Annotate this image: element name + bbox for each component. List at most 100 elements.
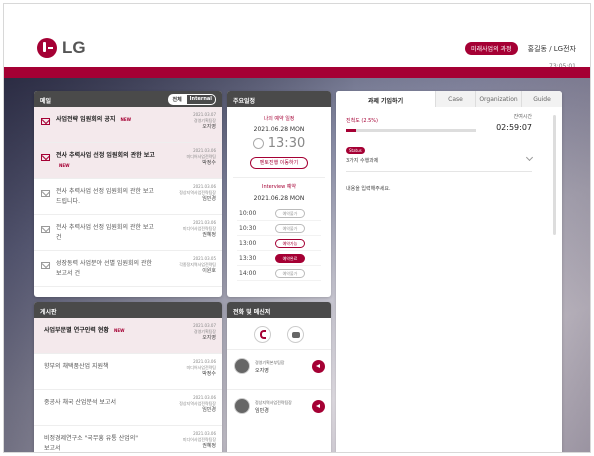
divider <box>346 171 532 172</box>
envelope-icon <box>41 118 50 125</box>
board-item-title: 비정경제연구소 "국무흥 유통 산업의" 보고서 <box>44 434 144 452</box>
envelope-icon <box>41 226 50 233</box>
mail-panel-title: 메일 <box>40 98 52 105</box>
mail-item[interactable]: 전사 추력사업 선정 임원회의 관한 보고 건 2021.03.06 미디어사업… <box>34 215 222 251</box>
tab-organization[interactable]: Organization <box>476 91 522 107</box>
schedule-date: 2021.06.28 MON <box>253 126 305 133</box>
board-item-title-text: 중공사 채국 산업분석 보고서 <box>44 399 116 406</box>
board-panel-header: 게시판 <box>34 302 222 318</box>
mail-item-meta: 2021.03.06 미디어사업전략팀 박정수 <box>187 148 216 166</box>
board-item-meta: 2021.03.06 정상지역사업전략팀장 임민경 <box>179 395 216 413</box>
phone-call-button[interactable] <box>254 326 271 343</box>
mail-item-title: 전사 추력사업 선정 임원회의 관한 보고 드립니다. <box>56 187 156 207</box>
board-item-sender: 임민경 <box>202 407 216 413</box>
tab-case[interactable]: Case <box>436 91 476 107</box>
schedule-panel: 주요일정 나의 예약 일정 2021.06.28 MON 13:30 멘토진행 … <box>227 91 331 297</box>
filter-internal[interactable]: Internal <box>185 94 216 105</box>
slot-status-button[interactable]: 예약완료 <box>275 254 305 263</box>
schedule-panel-title: 주요일정 <box>233 98 256 105</box>
mail-filter-toggle[interactable]: 전체 Internal <box>168 94 216 105</box>
board-item[interactable]: 중공사 채국 산업분석 보고서 2021.03.06 정상지역사업전략팀장 임민… <box>34 390 222 426</box>
avatar <box>234 398 250 414</box>
mail-item-title: 전사 추력사업 선정 임원회의 관한 보고 NEW <box>56 151 156 171</box>
board-item-meta: 2021.03.07 경영기획팀장 오지영 <box>193 323 216 341</box>
call-panel: 전화 및 메신저 경영기획본부팀장 오지영 정상지역사업전략팀장 임민경 <box>227 302 331 452</box>
slot-status-button[interactable]: 예약불가 <box>275 269 305 278</box>
slot-status-button[interactable]: 예약불가 <box>275 224 305 233</box>
slot-time: 14:00 <box>239 270 257 277</box>
content-textarea[interactable]: 내용을 입력해주세요. <box>346 185 391 192</box>
board-list: 사업부문별 연구인력 현황 NEW 2021.03.07 경영기획팀장 오지영 … <box>34 318 222 452</box>
call-panel-title: 전화 및 메신저 <box>233 309 271 316</box>
schedule-time: 13:30 <box>227 136 331 151</box>
mail-item-sender: 이원호 <box>202 268 216 274</box>
time-slot: 13:00 예약가능 <box>237 236 321 251</box>
board-item[interactable]: 향부의 채택품산업 지원책 2021.03.06 미디어사업전략팀 박정수 <box>34 354 222 390</box>
mail-item[interactable]: 사업전략 임원회의 공지 NEW 2021.03.07 경영기획팀장 오지영 <box>34 107 222 143</box>
contact-row[interactable]: 정상지역사업전략팀장 임민경 <box>227 389 331 423</box>
header-user-area: 미래사업의 과정 홍길동 / LG전자 73:05:01 <box>465 38 576 70</box>
call-panel-header: 전화 및 메신저 <box>227 302 331 318</box>
go-mentoring-button[interactable]: 멘토진행 이동하기 <box>250 157 308 169</box>
mail-item-meta: 2021.03.06 정상지역사업전략팀장 임민경 <box>179 184 216 202</box>
remaining-time: 02:59:07 <box>496 123 532 132</box>
mail-item[interactable]: 전사 추력사업 선정 임원회의 관한 보고 NEW 2021.03.06 미디어… <box>34 143 222 179</box>
tab-task-input[interactable]: 과제 기입하기 <box>336 91 436 107</box>
board-item-title: 향부의 채택품산업 지원책 <box>44 362 144 372</box>
speaker-icon[interactable] <box>312 400 325 413</box>
board-item-title: 사업부문별 연구인력 현황 NEW <box>44 326 144 336</box>
user-name: 홍길동 / LG전자 <box>527 44 576 53</box>
scrollbar[interactable] <box>553 115 556 235</box>
time-slot: 14:00 예약불가 <box>237 266 321 281</box>
messenger-button[interactable] <box>287 326 304 343</box>
tab-guide[interactable]: Guide <box>522 91 562 107</box>
new-badge: NEW <box>114 328 125 333</box>
board-item[interactable]: 사업부문별 연구인력 현황 NEW 2021.03.07 경영기획팀장 오지영 <box>34 318 222 354</box>
clock-icon <box>252 138 264 149</box>
slot-time: 13:30 <box>239 255 257 262</box>
contact-name: 임민경 <box>255 408 269 414</box>
slot-time: 13:00 <box>239 240 257 247</box>
mail-item-sender: 오지영 <box>202 124 216 130</box>
mail-item-meta: 2021.03.07 경영기획팀장 오지영 <box>193 112 216 130</box>
board-item-title-text: 비정경제연구소 "국무흥 유통 산업의" 보고서 <box>44 435 139 452</box>
mail-item-title-text: 사업전략 임원회의 공지 <box>56 116 116 123</box>
avatar <box>234 358 250 374</box>
board-item-title-text: 향부의 채택품산업 지원책 <box>44 363 109 370</box>
progress-bar <box>346 129 476 132</box>
slot-status-button[interactable]: 예약가능 <box>275 239 305 248</box>
mail-list: 사업전략 임원회의 공지 NEW 2021.03.07 경영기획팀장 오지영 전… <box>34 107 222 287</box>
divider <box>233 177 325 178</box>
mail-panel: 메일 전체 Internal 사업전략 임원회의 공지 NEW 2021.03.… <box>34 91 222 297</box>
program-badge[interactable]: 미래사업의 과정 <box>465 42 518 55</box>
slot-status-button[interactable]: 예약불가 <box>275 209 305 218</box>
contact-row[interactable]: 경영기획본부팀장 오지영 <box>227 349 331 383</box>
mail-item-sender: 권혜정 <box>202 232 216 238</box>
contact-dept: 정상지역사업전략팀장 <box>255 400 292 405</box>
schedule-panel-header: 주요일정 <box>227 91 331 107</box>
mail-panel-header: 메일 전체 Internal <box>34 91 222 107</box>
schedule-time-value: 13:30 <box>267 136 306 151</box>
mail-item-title: 전사 추력사업 선정 임원회의 관한 보고 건 <box>56 223 156 243</box>
mail-item[interactable]: 성장동력 사업분야 선별 임원회의 관한 보고서 건 2021.03.05 각종… <box>34 251 222 287</box>
board-item[interactable]: 비정경제연구소 "국무흥 유통 산업의" 보고서 2021.03.06 미디어사… <box>34 426 222 452</box>
contact-dept: 경영기획본부팀장 <box>255 360 285 365</box>
interview-date: 2021.06.28 MON <box>253 195 305 202</box>
speaker-icon[interactable] <box>312 360 325 373</box>
board-panel: 게시판 사업부문별 연구인력 현황 NEW 2021.03.07 경영기획팀장 … <box>34 302 222 452</box>
envelope-icon <box>41 154 50 161</box>
filter-all[interactable]: 전체 <box>168 94 186 105</box>
new-badge: NEW <box>120 117 131 122</box>
mail-item-meta: 2021.03.05 각종정지역사업전략팀 이원호 <box>179 256 216 274</box>
mail-item-sender: 임민경 <box>202 196 216 202</box>
mail-item-sender: 박정수 <box>202 160 216 166</box>
board-panel-title: 게시판 <box>40 309 57 316</box>
mail-item[interactable]: 전사 추력사업 선정 임원회의 관한 보고 드립니다. 2021.03.06 정… <box>34 179 222 215</box>
brand-bar <box>4 67 590 78</box>
stage-select[interactable]: 3가지 수행과제 <box>346 157 378 164</box>
board-item-meta: 2021.03.06 미디어사업전략팀 박정수 <box>187 359 216 377</box>
chevron-down-icon[interactable] <box>525 153 534 162</box>
remaining-label: 잔여시간 <box>513 114 532 120</box>
mail-item-title-text: 전사 추력사업 선정 임원회의 관한 보고 <box>56 152 155 159</box>
envelope-icon <box>41 262 50 269</box>
